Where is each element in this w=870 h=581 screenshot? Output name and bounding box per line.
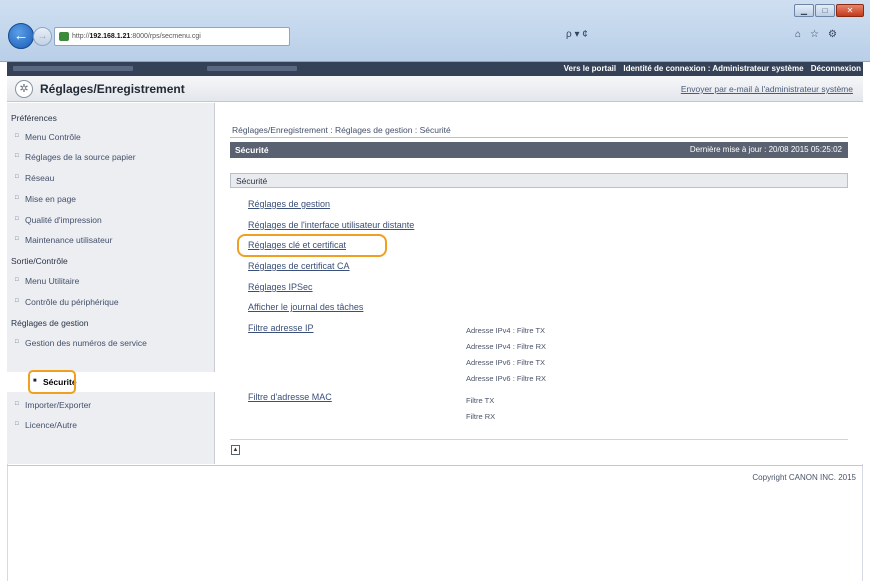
- section-header: Sécurité Dernière mise à jour : 20/08 20…: [230, 142, 848, 158]
- content-divider: [230, 439, 848, 440]
- sidebar-item-numeros-service[interactable]: Gestion des numéros de service: [15, 338, 147, 348]
- sidebar-item-reseau[interactable]: Réseau: [15, 173, 54, 183]
- close-button[interactable]: ✕: [836, 4, 864, 17]
- breadcrumb-divider: [230, 137, 848, 138]
- ip-filter-detail: Adresse IPv6 : Filtre TX: [466, 358, 546, 367]
- sidebar-item-controle-peripherique[interactable]: Contrôle du périphérique: [15, 297, 119, 307]
- favorites-icon[interactable]: ☆: [810, 29, 819, 40]
- url-prefix: http://: [72, 33, 90, 40]
- sidebar-section-sortie-controle: Sortie/Contrôle: [11, 256, 68, 266]
- settings-gear-icon: ✲: [15, 80, 33, 98]
- sidebar-item-menu-controle[interactable]: Menu Contrôle: [15, 132, 81, 142]
- sidebar-item-mise-en-page[interactable]: Mise en page: [15, 194, 76, 204]
- back-arrow-icon[interactable]: ←: [8, 23, 34, 49]
- breadcrumb: Réglages/Enregistrement : Réglages de ge…: [232, 125, 451, 135]
- sidebar-item-importer-exporter[interactable]: Importer/Exporter: [15, 400, 91, 410]
- active-item-highlight: [28, 370, 76, 394]
- copyright: Copyright CANON INC. 2015: [752, 473, 856, 482]
- browser-chrome: ▁ □ ✕ ← → http://192.168.1.21:8000/rps/s…: [0, 0, 870, 62]
- ip-filter-detail: Adresse IPv6 : Filtre RX: [466, 374, 547, 383]
- redacted-product-name: [207, 66, 297, 71]
- link-interface-distante[interactable]: Réglages de l'interface utilisateur dist…: [248, 220, 414, 230]
- home-icon[interactable]: ⌂: [795, 29, 801, 40]
- page-header: ✲ Réglages/Enregistrement Envoyer par e-…: [7, 76, 863, 102]
- mac-filter-detail: Filtre TX: [466, 396, 495, 405]
- ip-filter-detail: Adresse IPv4 : Filtre RX: [466, 342, 547, 351]
- portal-link[interactable]: Vers le portail: [564, 64, 616, 73]
- link-filtre-ip[interactable]: Filtre adresse IP: [248, 323, 314, 333]
- forward-arrow-icon[interactable]: →: [33, 27, 52, 46]
- gear-icon[interactable]: ⚙: [828, 29, 837, 40]
- url-host: 192.168.1.21: [89, 33, 131, 40]
- section-title: Sécurité: [235, 145, 269, 155]
- search-refresh-icons[interactable]: ρ ▾ ¢: [566, 29, 588, 40]
- footer-divider: [7, 465, 863, 466]
- bottom-frame: [7, 464, 863, 581]
- toolbar-icons: ⌂ ☆ ⚙: [795, 29, 837, 40]
- logout-link[interactable]: Déconnexion: [811, 64, 861, 73]
- search-icon[interactable]: ρ ▾ ¢: [566, 29, 588, 40]
- sidebar-item-licence-autre[interactable]: Licence/Autre: [15, 420, 77, 430]
- window-buttons: ▁ □ ✕: [794, 4, 864, 17]
- sidebar-item-menu-utilitaire[interactable]: Menu Utilitaire: [15, 276, 79, 286]
- ip-filter-detail: Adresse IPv4 : Filtre TX: [466, 326, 546, 335]
- redacted-device-name: [13, 66, 133, 71]
- sidebar-section-reglages-gestion: Réglages de gestion: [11, 318, 89, 328]
- last-update: Dernière mise à jour : 20/08 2015 05:25:…: [689, 145, 842, 154]
- subsection-header: Sécurité: [230, 173, 848, 188]
- page-title: Réglages/Enregistrement: [40, 82, 185, 96]
- sidebar-item-maintenance[interactable]: Maintenance utilisateur: [15, 235, 112, 245]
- sidebar-item-qualite-impression[interactable]: Qualité d'impression: [15, 215, 102, 225]
- top-bar: Vers le portail Identité de connexion : …: [7, 62, 863, 76]
- url-rest: :8000/rps/secmenu.cgi: [130, 33, 201, 40]
- link-journal-taches[interactable]: Afficher le journal des tâches: [248, 302, 363, 312]
- identity-label: Identité de connexion : Administrateur s…: [623, 64, 804, 73]
- link-reglages-gestion[interactable]: Réglages de gestion: [248, 199, 330, 209]
- mac-filter-detail: Filtre RX: [466, 412, 496, 421]
- subsection-title: Sécurité: [236, 176, 268, 186]
- highlighted-link-outline: [237, 234, 387, 257]
- main-content: Réglages/Enregistrement : Réglages de ge…: [216, 103, 863, 464]
- maximize-button[interactable]: □: [815, 4, 835, 17]
- minimize-button[interactable]: ▁: [794, 4, 814, 17]
- sidebar-section-preferences: Préférences: [11, 113, 57, 123]
- link-certificat-ca[interactable]: Réglages de certificat CA: [248, 261, 350, 271]
- link-filtre-mac[interactable]: Filtre d'adresse MAC: [248, 392, 332, 402]
- top-links: Vers le portail Identité de connexion : …: [559, 64, 861, 73]
- address-bar[interactable]: http://192.168.1.21:8000/rps/secmenu.cgi: [54, 27, 290, 46]
- page-top-icon[interactable]: ▲: [231, 445, 240, 455]
- sidebar-item-source-papier[interactable]: Réglages de la source papier: [15, 152, 136, 162]
- site-icon: [59, 32, 69, 41]
- email-admin-link[interactable]: Envoyer par e-mail à l'administrateur sy…: [681, 84, 853, 94]
- link-ipsec[interactable]: Réglages IPSec: [248, 282, 313, 292]
